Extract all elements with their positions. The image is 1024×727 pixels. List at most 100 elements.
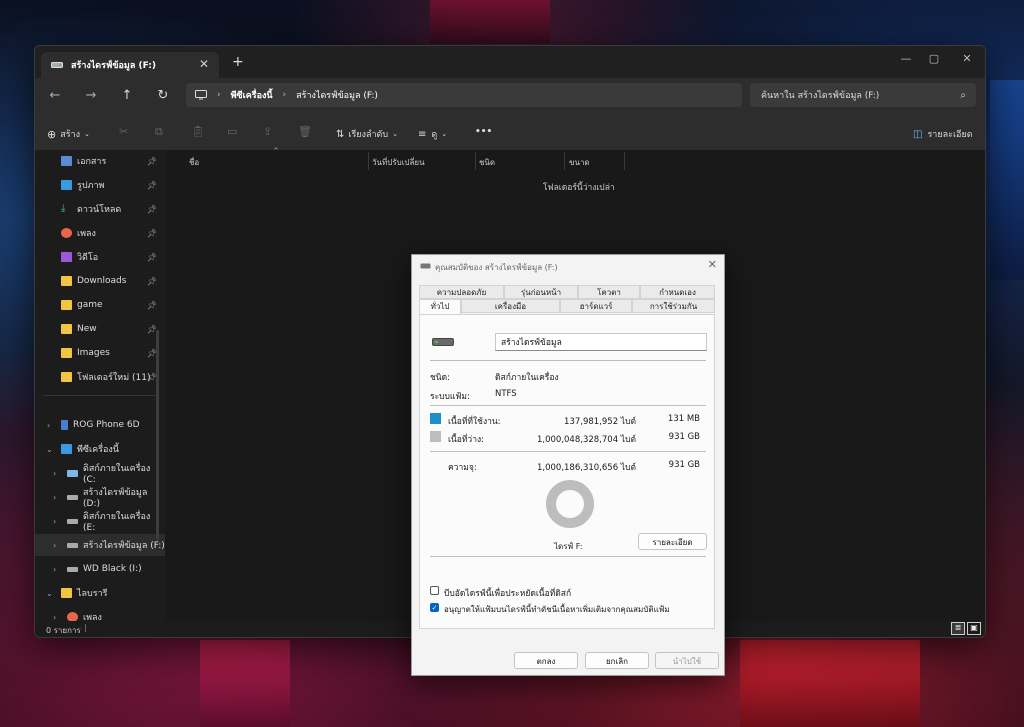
refresh-icon[interactable]: ↻ [153, 88, 173, 103]
tab-hardware[interactable]: ฮาร์ดแวร์ [560, 299, 632, 313]
more-options-button[interactable]: ••• [475, 127, 492, 137]
tab-security[interactable]: ความปลอดภัย [419, 285, 504, 299]
tab-tools[interactable]: เครื่องมือ [461, 299, 560, 313]
share-icon[interactable]: ⇪ [263, 125, 272, 138]
tree-item-libraries[interactable]: ⌄ ไลบรารี [35, 582, 165, 604]
column-header-type[interactable]: ชนิด [479, 156, 495, 169]
up-icon[interactable]: ↑ [117, 88, 137, 103]
sidebar-item-videos[interactable]: วิดีโอ 📌︎ [35, 246, 165, 268]
maximize-icon[interactable]: ▢ [924, 52, 944, 65]
cut-icon[interactable]: ✂ [119, 125, 128, 138]
paste-icon[interactable]: 📋︎ [191, 125, 205, 138]
pc-icon [61, 444, 72, 454]
view-label: ดู [431, 130, 438, 140]
tree-item-label: พีซีเครื่องนี้ [77, 445, 119, 455]
tree-item-drive-e[interactable]: › ดิสก์ภายในเครื่อง (E: [35, 510, 165, 533]
apply-button[interactable]: นำไปใช้ [655, 652, 719, 669]
close-window-icon[interactable]: ✕ [957, 52, 977, 65]
tree-item-drive-f[interactable]: › สร้างไดรฟ์ข้อมูล (F:) [35, 534, 165, 556]
breadcrumb-chevron-icon: › [282, 90, 287, 100]
rename-icon[interactable]: ▭ [227, 125, 237, 138]
navigation-bar: ← → ↑ ↻ › พีซีเครื่องนี้ › สร้างไดรฟ์ข้อ… [35, 78, 985, 118]
sidebar-item-new-folder-11[interactable]: โฟลเดอร์ใหม่ (11) 📌︎ [35, 366, 165, 388]
sidebar-item-new[interactable]: New 📌︎ [35, 318, 165, 340]
chevron-right-icon[interactable]: › [47, 421, 50, 430]
column-header-size[interactable]: ขนาด [569, 156, 590, 169]
tab-general[interactable]: ทั่วไป [419, 299, 461, 315]
tab-customize[interactable]: กำหนดเอง [640, 285, 715, 299]
delete-icon[interactable]: 🗑︎ [298, 125, 312, 138]
sidebar-item-pictures[interactable]: รูปภาพ 📌︎ [35, 174, 165, 196]
sidebar-item-downloads-th[interactable]: ⤓ ดาวน์โหลด 📌︎ [35, 198, 165, 220]
index-drive-checkbox[interactable]: ✓ [430, 603, 439, 612]
column-divider [564, 152, 565, 170]
tree-item-rog-phone[interactable]: › ROG Phone 6D [35, 414, 165, 436]
sidebar-item-documents[interactable]: เอกสาร 📌︎ [35, 150, 165, 172]
chevron-right-icon[interactable]: › [53, 469, 56, 478]
chevron-right-icon[interactable]: › [53, 541, 56, 550]
column-header-modified[interactable]: วันที่ปรับเปลี่ยน [372, 156, 425, 169]
neon-sign-blue [990, 80, 1024, 280]
tree-item-label: ROG Phone 6D [73, 420, 140, 430]
pin-icon: 📌︎ [146, 252, 157, 262]
column-divider [368, 152, 369, 170]
tree-item-wd-black[interactable]: › WD Black (I:) [35, 558, 165, 580]
tab-previous-versions[interactable]: รุ่นก่อนหน้า [504, 285, 578, 299]
dialog-title: คุณสมบัติของ สร้างไดรฟ์ข้อมูล (F:) [435, 263, 558, 272]
pictures-icon [61, 180, 72, 190]
back-icon[interactable]: ← [45, 88, 65, 103]
chevron-right-icon[interactable]: › [53, 493, 56, 502]
view-button[interactable]: ≡ ดู ⌄ [418, 127, 447, 141]
chevron-right-icon[interactable]: › [53, 517, 56, 526]
divider [430, 556, 706, 557]
chevron-right-icon[interactable]: › [53, 565, 56, 574]
sidebar-item-images[interactable]: Images 📌︎ [35, 342, 165, 364]
tree-item-drive-d[interactable]: › สร้างไดรฟ์ข้อมูล (D:) [35, 486, 165, 509]
ok-button[interactable]: ตกลง [514, 652, 578, 669]
tree-item-label: WD Black (I:) [83, 564, 142, 574]
tab-sharing[interactable]: การใช้ร่วมกัน [632, 299, 715, 313]
sidebar-item-music[interactable]: เพลง 📌︎ [35, 222, 165, 244]
drive-icon [67, 542, 78, 548]
cancel-button[interactable]: ยกเลิก [585, 652, 649, 669]
tab-quota[interactable]: โควตา [578, 285, 640, 299]
sidebar-item-downloads[interactable]: Downloads 📌︎ [35, 270, 165, 292]
breadcrumb-drive[interactable]: สร้างไดรฟ์ข้อมูล (F:) [296, 88, 378, 102]
address-bar[interactable]: › พีซีเครื่องนี้ › สร้างไดรฟ์ข้อมูล (F:) [186, 83, 742, 107]
status-divider: | [84, 623, 87, 632]
minimize-icon[interactable]: — [896, 52, 916, 65]
details-view-icon[interactable]: ≣ [951, 622, 965, 635]
used-space-label: เนื้อที่ที่ใช้งาน: [448, 417, 501, 427]
chevron-down-icon[interactable]: ⌄ [46, 445, 53, 454]
tree-item-drive-c[interactable]: › ดิสก์ภายในเครื่อง (C: [35, 462, 165, 485]
search-box[interactable]: ค้นหาใน สร้างไดรฟ์ข้อมูล (F:) ⌕ [750, 83, 976, 107]
library-icon [61, 588, 72, 598]
breadcrumb-pc[interactable]: พีซีเครื่องนี้ [231, 88, 273, 102]
folder-icon [61, 276, 72, 286]
close-tab-icon[interactable]: ✕ [199, 57, 209, 71]
sidebar-scrollbar[interactable] [156, 330, 159, 540]
new-button[interactable]: ⊕ สร้าง ⌄ [47, 127, 90, 141]
sidebar-item-game[interactable]: game 📌︎ [35, 294, 165, 316]
dialog-close-icon[interactable]: ✕ [708, 258, 717, 271]
forward-icon[interactable]: → [81, 88, 101, 103]
sidebar-item-label: New [77, 324, 97, 334]
details-pane-button[interactable]: ◫ รายละเอียด [913, 127, 973, 141]
compress-drive-checkbox[interactable] [430, 586, 439, 595]
pin-icon: 📌︎ [146, 156, 157, 166]
column-header-name[interactable]: ชื่อ [189, 156, 199, 169]
tab-current-drive[interactable]: สร้างไดรฟ์ข้อมูล (F:) ✕ [41, 52, 219, 78]
chevron-down-icon[interactable]: ⌄ [46, 589, 53, 598]
tiles-view-icon[interactable]: ▣ [967, 622, 981, 635]
free-space-swatch [430, 431, 441, 442]
new-tab-icon[interactable]: + [232, 54, 244, 70]
disk-details-button[interactable]: รายละเอียด [638, 533, 707, 550]
item-count: 0 รายการ [46, 626, 81, 635]
copy-icon[interactable]: ⧉ [155, 125, 163, 139]
drive-icon [67, 566, 78, 572]
capacity-size: 931 GB [668, 460, 700, 470]
drive-name-input[interactable] [495, 333, 707, 351]
pin-icon: 📌︎ [146, 204, 157, 214]
sort-button[interactable]: ⇅ เรียงลำดับ ⌄ [336, 127, 398, 141]
tree-item-this-pc[interactable]: ⌄ พีซีเครื่องนี้ [35, 438, 165, 460]
